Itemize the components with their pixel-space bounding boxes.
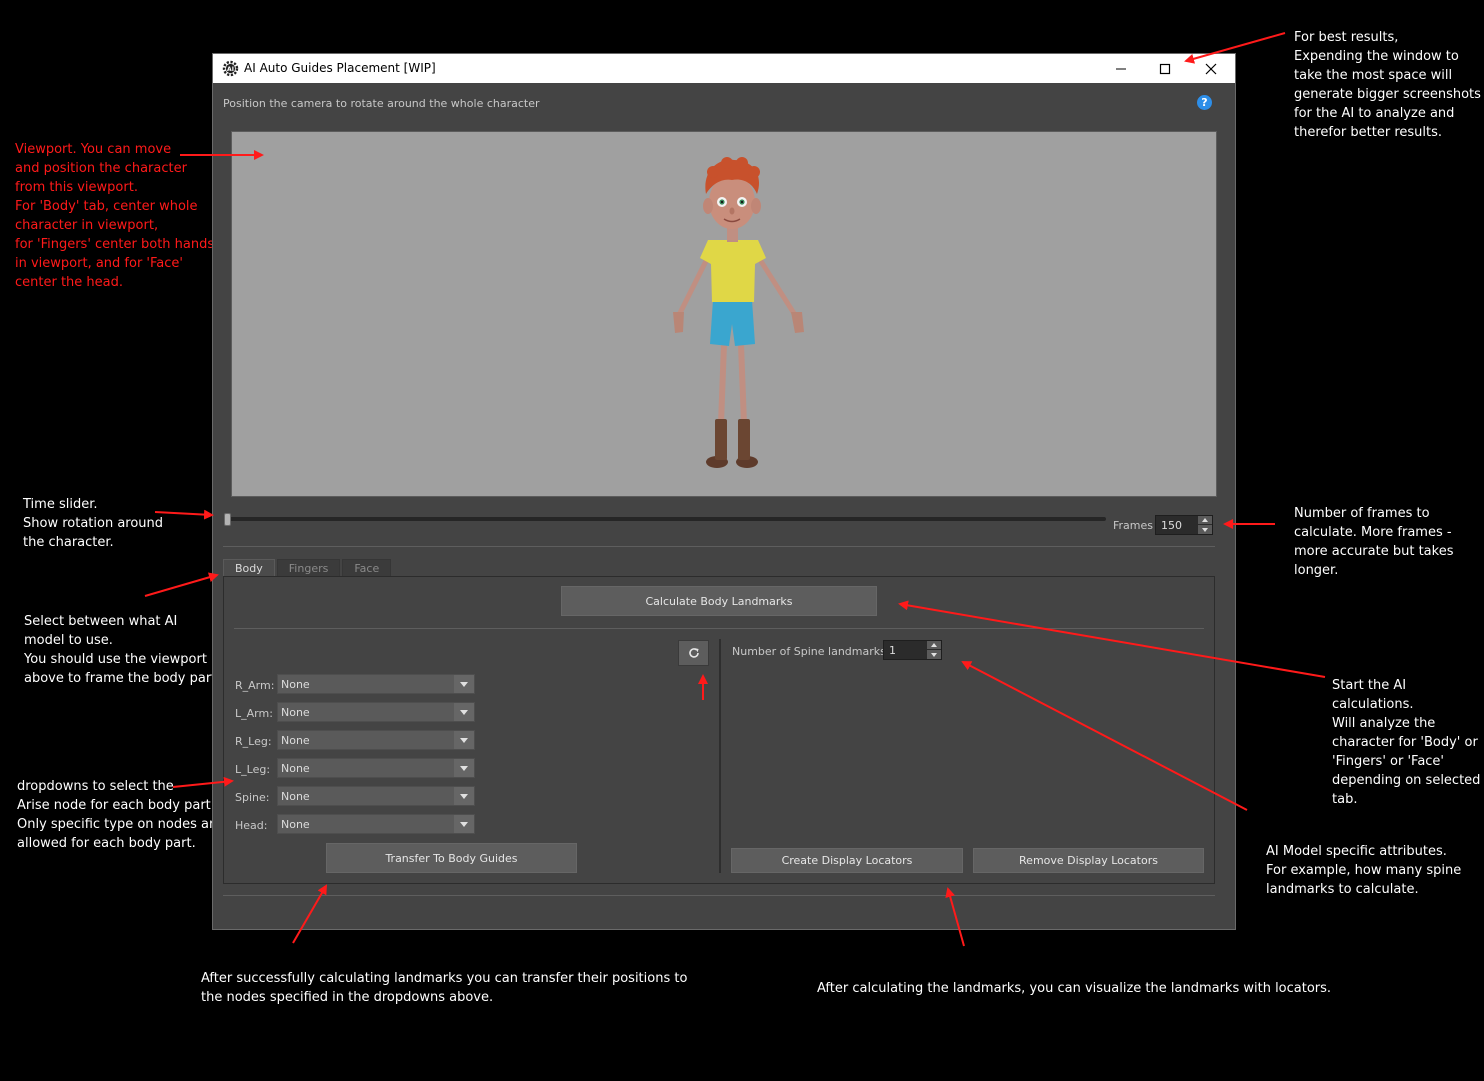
minimize-button[interactable] [1098, 54, 1144, 83]
annotation-viewport: Viewport. You can move and position the … [15, 142, 215, 290]
annotation-locators: After calculating the landmarks, you can… [817, 981, 1332, 996]
spine-up-arrow[interactable] [927, 641, 941, 650]
arrow-time-slider [154, 509, 214, 520]
character-model [673, 157, 804, 468]
annotation-tabs: Select between what AI model to use. You… [24, 614, 228, 686]
r-arm-dropdown[interactable]: None [277, 674, 475, 694]
spine-label: Spine: [235, 791, 270, 804]
annotation-model-attributes: AI Model specific attributes. For exampl… [1266, 844, 1462, 897]
time-slider-handle[interactable] [224, 513, 231, 526]
tool-window: AI AI Auto Guides Placement [WIP] Positi… [212, 53, 1236, 930]
remove-display-locators-button[interactable]: Remove Display Locators [973, 848, 1204, 873]
l-arm-value: None [281, 706, 310, 719]
spine-landmarks-spinbox[interactable]: 1 [883, 640, 942, 660]
model-tabs: Body Fingers Face [223, 559, 393, 577]
head-label: Head: [235, 819, 268, 832]
body-tab-panel: Calculate Body Landmarks R_Arm: None L_A… [223, 576, 1215, 884]
chevron-down-icon [454, 675, 474, 693]
frames-up-arrow[interactable] [1198, 516, 1212, 525]
close-button[interactable] [1188, 54, 1234, 83]
frames-label: Frames [1113, 519, 1154, 532]
r-leg-dropdown[interactable]: None [277, 730, 475, 750]
bottom-divider [223, 895, 1215, 896]
refresh-icon [688, 648, 699, 658]
chevron-down-icon [454, 787, 474, 805]
l-arm-dropdown[interactable]: None [277, 702, 475, 722]
annotation-dropdowns: dropdowns to select the Arise node for e… [17, 779, 222, 851]
maximize-button[interactable] [1142, 54, 1188, 83]
tab-body[interactable]: Body [223, 559, 275, 577]
r-arm-value: None [281, 678, 310, 691]
r-leg-value: None [281, 734, 310, 747]
calculate-body-landmarks-button[interactable]: Calculate Body Landmarks [561, 586, 877, 616]
title-bar[interactable]: AI AI Auto Guides Placement [WIP] [213, 54, 1235, 83]
spine-down-arrow[interactable] [927, 650, 941, 659]
frames-value: 150 [1161, 519, 1182, 532]
l-leg-value: None [281, 762, 310, 775]
minimize-icon [1116, 68, 1126, 69]
arrow-tabs [144, 572, 219, 597]
time-slider[interactable] [226, 517, 1106, 521]
annotation-transfer: After successfully calculating landmarks… [201, 971, 688, 1005]
spine-landmarks-value: 1 [889, 644, 896, 657]
spine-value: None [281, 790, 310, 803]
column-divider [719, 639, 721, 873]
viewport[interactable] [231, 131, 1217, 497]
annotation-frames: Number of frames to calculate. More fram… [1294, 506, 1454, 578]
spine-dropdown[interactable]: None [277, 786, 475, 806]
l-leg-dropdown[interactable]: None [277, 758, 475, 778]
head-dropdown[interactable]: None [277, 814, 475, 834]
transfer-to-body-guides-button[interactable]: Transfer To Body Guides [326, 843, 577, 873]
l-leg-label: L_Leg: [235, 763, 271, 776]
r-leg-label: R_Leg: [235, 735, 272, 748]
r-arm-label: R_Arm: [235, 679, 275, 692]
window-title: AI Auto Guides Placement [WIP] [244, 61, 436, 75]
chevron-down-icon [454, 815, 474, 833]
maximize-icon [1159, 63, 1171, 74]
annotation-start-calculations: Start the AI calculations. Will analyze … [1332, 678, 1481, 807]
tab-fingers[interactable]: Fingers [276, 559, 341, 577]
chevron-down-icon [454, 759, 474, 777]
chevron-down-icon [454, 703, 474, 721]
frames-down-arrow[interactable] [1198, 525, 1212, 534]
panel-divider [234, 628, 1204, 629]
chevron-down-icon [454, 731, 474, 749]
head-value: None [281, 818, 310, 831]
spine-landmarks-label: Number of Spine landmarks: [732, 645, 890, 658]
camera-hint: Position the camera to rotate around the… [223, 97, 540, 110]
help-icon[interactable]: ? [1197, 95, 1212, 110]
tab-face[interactable]: Face [342, 559, 392, 577]
l-arm-label: L_Arm: [235, 707, 273, 720]
refresh-dropdowns-button[interactable] [678, 640, 709, 666]
close-icon [1205, 63, 1217, 74]
ai-logo-icon: AI [222, 60, 239, 77]
annotation-best-results: For best results, Expending the window t… [1294, 30, 1481, 140]
frames-spinbox[interactable]: 150 [1155, 515, 1213, 535]
annotation-time-slider: Time slider. Show rotation around the ch… [23, 497, 164, 550]
create-display-locators-button[interactable]: Create Display Locators [731, 848, 963, 873]
divider [223, 546, 1215, 547]
svg-text:AI: AI [227, 66, 234, 73]
